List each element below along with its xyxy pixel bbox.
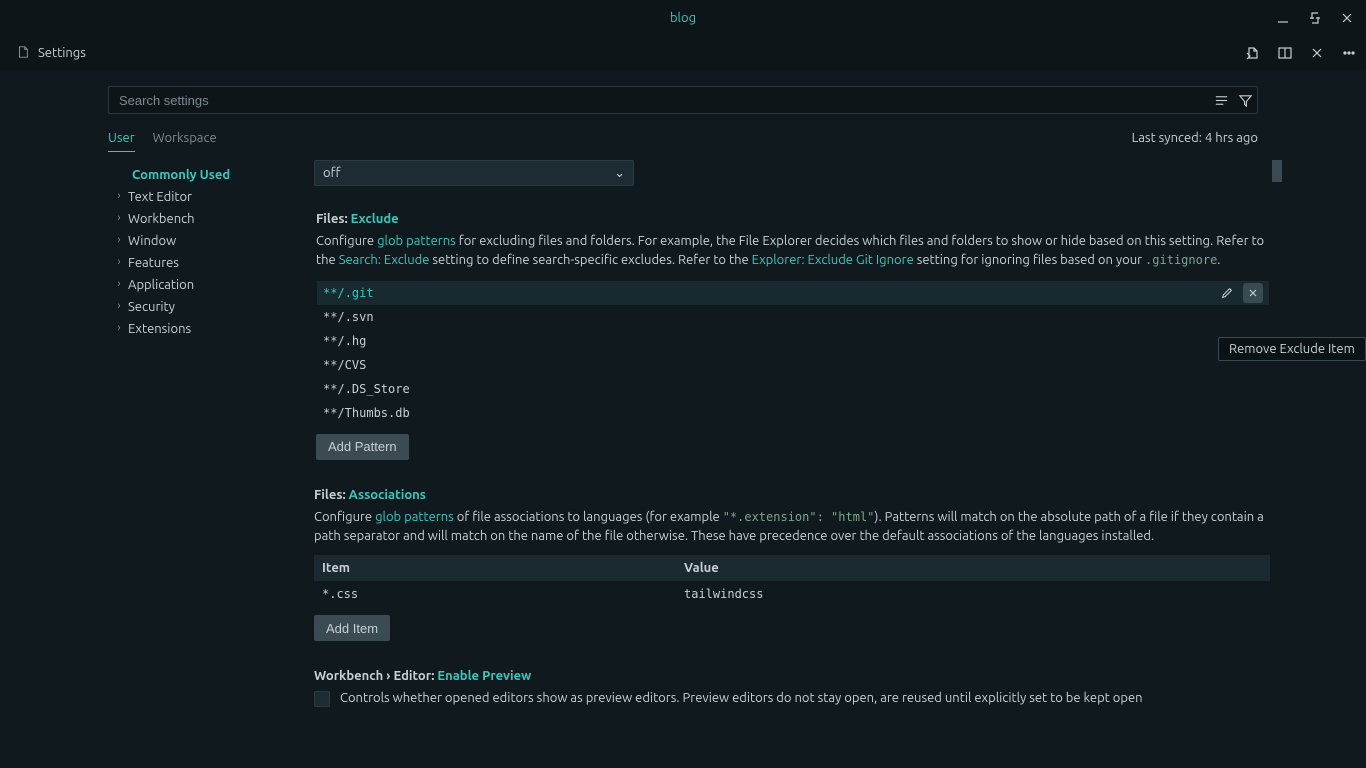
tooltip-remove-exclude: Remove Exclude Item (1218, 337, 1366, 361)
setting-section: Files: (314, 488, 346, 502)
exclude-list: **/.git **/.svn **/.hg **/CVS **/.DS_Sto… (316, 280, 1270, 426)
chevron-right-icon: › (114, 300, 124, 312)
exclude-pattern: **/.DS_Store (323, 382, 410, 396)
setting-files-associations: Files: Associations Configure glob patte… (314, 488, 1270, 642)
toc-application[interactable]: ›Application (108, 274, 314, 296)
chevron-right-icon: › (114, 322, 124, 334)
tab-bar: Settings (0, 36, 1366, 70)
dropdown-value: off (323, 166, 341, 180)
scope-row: User Workspace Last synced: 4 hrs ago (0, 120, 1366, 150)
setting-key: Associations (349, 488, 426, 502)
clear-search-icon[interactable] (1209, 88, 1233, 112)
chevron-down-icon: ⌄ (614, 166, 625, 181)
settings-editor: User Workspace Last synced: 4 hrs ago Co… (0, 70, 1366, 768)
chevron-right-icon: › (114, 212, 124, 224)
filter-icon[interactable] (1233, 88, 1257, 112)
window-title: blog (670, 11, 696, 25)
title-bar: blog (0, 0, 1366, 36)
exclude-item[interactable]: **/.svn (317, 305, 1269, 329)
scrollbar-thumb[interactable] (1272, 160, 1282, 182)
tab-actions (1242, 42, 1360, 64)
exclude-item[interactable]: **/Thumbs.db (317, 401, 1269, 425)
setting-enable-preview: Workbench › Editor: Enable Preview Contr… (314, 669, 1270, 708)
add-item-button[interactable]: Add Item (314, 615, 390, 641)
settings-toc: Commonly Used ›Text Editor ›Workbench ›W… (108, 150, 314, 768)
more-actions-icon[interactable] (1338, 42, 1360, 64)
exclude-pattern: **/.hg (323, 334, 366, 348)
scope-workspace-tab[interactable]: Workspace (153, 125, 217, 152)
code-example: "*.extension": "html" (723, 510, 875, 524)
toc-features[interactable]: ›Features (108, 252, 314, 274)
search-input[interactable] (109, 93, 1209, 108)
tab-settings[interactable]: Settings (6, 36, 96, 70)
exclude-pattern: **/.git (323, 286, 374, 300)
add-pattern-button[interactable]: Add Pattern (316, 434, 409, 460)
col-item: Item (314, 561, 676, 575)
setting-description: Configure glob patterns of file associat… (314, 508, 1270, 546)
assoc-item: *.css (314, 587, 676, 601)
chevron-right-icon: › (114, 278, 124, 290)
link-glob-patterns[interactable]: glob patterns (375, 510, 454, 524)
minimize-icon[interactable] (1272, 7, 1294, 29)
exclude-item[interactable]: **/.DS_Store (317, 377, 1269, 401)
file-icon (16, 45, 32, 61)
exclude-item[interactable]: **/.hg (317, 329, 1269, 353)
window-controls (1272, 0, 1358, 36)
chevron-right-icon: › (114, 256, 124, 268)
toc-text-editor[interactable]: ›Text Editor (108, 186, 314, 208)
toc-commonly-used[interactable]: Commonly Used (108, 164, 314, 186)
setting-section: Files: (316, 212, 348, 226)
setting-description: Controls whether opened editors show as … (340, 689, 1143, 708)
toc-security[interactable]: ›Security (108, 296, 314, 318)
col-value: Value (676, 561, 1270, 575)
sync-status[interactable]: Last synced: 4 hrs ago (1132, 131, 1258, 145)
settings-content: off ⌄ Files: Exclude Configure glob patt… (314, 150, 1366, 768)
link-glob-patterns[interactable]: glob patterns (377, 234, 456, 248)
code-gitignore: .gitignore (1145, 253, 1217, 267)
link-explorer-exclude[interactable]: Explorer: Exclude Git Ignore (752, 253, 914, 267)
exclude-item[interactable]: **/.git (317, 281, 1269, 305)
setting-files-exclude: Files: Exclude Configure glob patterns f… (314, 212, 1270, 460)
exclude-pattern: **/.svn (323, 310, 374, 324)
setting-description: Configure glob patterns for excluding fi… (316, 232, 1270, 270)
checkbox-enable-preview[interactable] (314, 691, 330, 707)
setting-key: Enable Preview (437, 669, 531, 683)
setting-key: Exclude (351, 212, 399, 226)
open-json-icon[interactable] (1242, 42, 1264, 64)
link-search-exclude[interactable]: Search: Exclude (339, 253, 430, 267)
exclude-pattern: **/CVS (323, 358, 366, 372)
assoc-row[interactable]: *.css tailwindcss (314, 581, 1270, 607)
assoc-value: tailwindcss (676, 587, 1270, 601)
split-editor-icon[interactable] (1274, 42, 1296, 64)
assoc-table-head: Item Value (314, 555, 1270, 581)
autosave-dropdown[interactable]: off ⌄ (314, 160, 634, 186)
toc-extensions[interactable]: ›Extensions (108, 318, 314, 340)
tab-label: Settings (38, 46, 86, 60)
remove-icon[interactable] (1243, 283, 1263, 303)
close-window-icon[interactable] (1336, 7, 1358, 29)
exclude-item[interactable]: **/CVS (317, 353, 1269, 377)
exclude-pattern: **/Thumbs.db (323, 406, 410, 420)
chevron-right-icon: › (114, 234, 124, 246)
edit-icon[interactable] (1217, 283, 1237, 303)
toc-workbench[interactable]: ›Workbench (108, 208, 314, 230)
chevron-right-icon: › (114, 190, 124, 202)
toc-window[interactable]: ›Window (108, 230, 314, 252)
scope-user-tab[interactable]: User (108, 125, 135, 152)
close-tab-icon[interactable] (1306, 42, 1328, 64)
setting-section: Workbench › Editor: (314, 669, 434, 683)
restore-icon[interactable] (1304, 7, 1326, 29)
search-row (108, 86, 1258, 114)
